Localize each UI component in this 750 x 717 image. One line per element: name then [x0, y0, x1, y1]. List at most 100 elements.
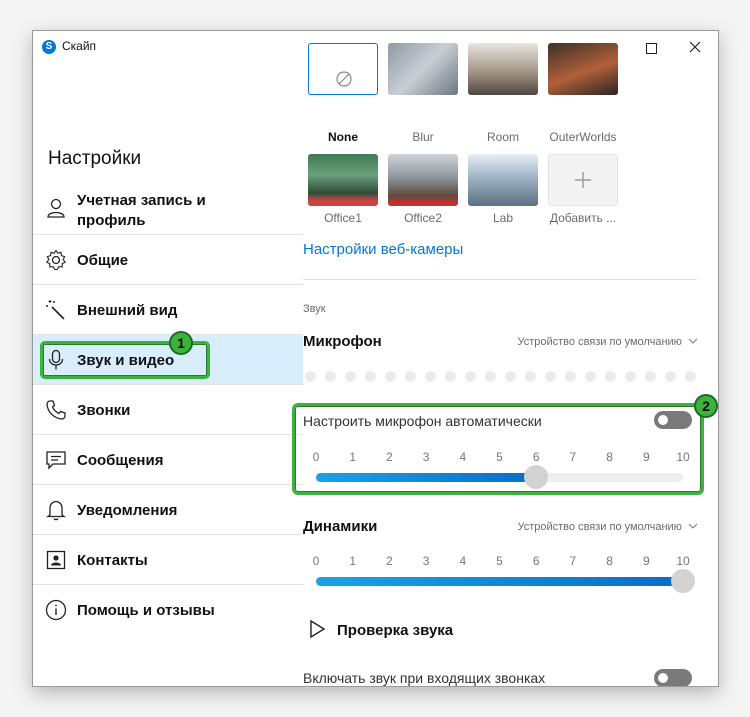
- toggle-knob: [658, 673, 668, 683]
- background-label-outerworlds: OuterWorlds: [549, 130, 617, 144]
- speakers-volume-thumb[interactable]: [671, 569, 695, 593]
- background-tile-blur[interactable]: [388, 43, 458, 95]
- speakers-tick-label: 7: [569, 554, 577, 568]
- settings-sidebar: Настройки Учетная запись и профиль Общие…: [33, 63, 303, 686]
- background-label-lab: Lab: [492, 211, 514, 225]
- settings-title: Настройки: [48, 148, 142, 169]
- nav-label-appearance: Внешний вид: [77, 302, 178, 319]
- speakers-tick-label: 9: [642, 554, 650, 568]
- window-title: Скайп: [62, 39, 97, 53]
- level-meter-dot: [385, 371, 396, 382]
- nav-item-account[interactable]: Учетная запись и профиль: [33, 183, 303, 235]
- check-sound-button[interactable]: Проверка звука: [337, 622, 453, 639]
- speakers-device-select[interactable]: Устройство связи по умолчанию: [517, 521, 698, 533]
- info-icon: [45, 599, 67, 621]
- chevron-down-icon: [688, 523, 698, 529]
- person-icon: [47, 198, 65, 218]
- background-tile-office1[interactable]: [308, 154, 378, 206]
- speakers-volume-slider[interactable]: [316, 577, 683, 586]
- level-meter-dot: [545, 371, 556, 382]
- close-icon: [689, 41, 701, 53]
- nav-item-notifications[interactable]: Уведомления: [33, 485, 303, 535]
- speakers-tick-label: 1: [349, 554, 357, 568]
- background-tile-lab[interactable]: [468, 154, 538, 206]
- level-meter-dot: [605, 371, 616, 382]
- level-meter-dot: [585, 371, 596, 382]
- background-label-blur: Blur: [412, 130, 434, 144]
- speakers-tick-label: 3: [422, 554, 430, 568]
- close-button[interactable]: [672, 31, 718, 63]
- level-meter-dot: [465, 371, 476, 382]
- level-meter-dot: [665, 371, 676, 382]
- level-meter-dot: [345, 371, 356, 382]
- nav-label-calls: Звонки: [77, 402, 131, 419]
- webcam-settings-link[interactable]: Настройки веб-камеры: [303, 241, 463, 258]
- nav-item-audio-video[interactable]: Звук и видео 1: [33, 331, 303, 385]
- nav-label-messages: Сообщения: [77, 452, 164, 469]
- level-meter-dot: [325, 371, 336, 382]
- background-tile-outerworlds[interactable]: [548, 43, 618, 95]
- incoming-calls-sound-toggle[interactable]: [654, 669, 692, 686]
- microphone-level-meter: [305, 371, 696, 383]
- background-label-office1: Office1: [324, 211, 362, 225]
- settings-nav: Учетная запись и профиль Общие Внешний в…: [33, 183, 303, 635]
- speakers-scale: 0 1 2 3 4 5 6 7 8 9 10: [311, 554, 691, 568]
- nav-item-calls[interactable]: Звонки: [33, 385, 303, 435]
- plus-icon: [575, 172, 591, 188]
- nav-label-account: Учетная запись и профиль: [77, 192, 206, 229]
- skype-logo-icon: S: [42, 40, 56, 54]
- level-meter-dot: [405, 371, 416, 382]
- nav-item-appearance[interactable]: Внешний вид: [33, 285, 303, 335]
- audio-section-label: Звук: [303, 303, 326, 315]
- nav-label-contacts: Контакты: [77, 552, 148, 569]
- speakers-tick-label: 4: [459, 554, 467, 568]
- level-meter-dot: [645, 371, 656, 382]
- speakers-title: Динамики: [303, 518, 378, 535]
- level-meter-dot: [685, 371, 696, 382]
- nav-item-help[interactable]: Помощь и отзывы: [33, 585, 303, 635]
- speakers-tick-label: 2: [386, 554, 393, 568]
- background-tile-room[interactable]: [468, 43, 538, 95]
- message-icon: [46, 451, 66, 470]
- level-meter-dot: [505, 371, 516, 382]
- bell-icon: [46, 500, 66, 521]
- level-meter-dot: [565, 371, 576, 382]
- play-icon[interactable]: [308, 619, 326, 639]
- speakers-tick-label: 5: [496, 554, 503, 568]
- section-divider: [303, 279, 697, 280]
- nav-label-help: Помощь и отзывы: [77, 602, 215, 619]
- level-meter-dot: [485, 371, 496, 382]
- speakers-tick-label: 8: [606, 554, 613, 568]
- magic-wand-icon: [46, 300, 65, 320]
- speakers-device-value: Устройство связи по умолчанию: [517, 521, 682, 533]
- nav-item-contacts[interactable]: Контакты: [33, 535, 303, 585]
- maximize-button[interactable]: [628, 31, 674, 63]
- nav-item-messages[interactable]: Сообщения: [33, 435, 303, 485]
- level-meter-dot: [425, 371, 436, 382]
- level-meter-dot: [525, 371, 536, 382]
- microphone-device-value: Устройство связи по умолчанию: [517, 336, 682, 348]
- phone-icon: [46, 400, 66, 420]
- speakers-tick-label: 6: [532, 554, 540, 568]
- microphone-device-select[interactable]: Устройство связи по умолчанию: [517, 336, 698, 348]
- level-meter-dot: [305, 371, 316, 382]
- nav-item-general[interactable]: Общие: [33, 235, 303, 285]
- annotation-badge-2: 2: [694, 394, 718, 418]
- no-background-icon: [336, 71, 352, 87]
- annotation-highlight-mic: [292, 403, 704, 495]
- background-tile-office2[interactable]: [388, 154, 458, 206]
- level-meter-dot: [445, 371, 456, 382]
- microphone-title: Микрофон: [303, 333, 382, 350]
- background-label-none: None: [328, 130, 358, 144]
- skype-settings-window: S Скайп Настройки Учетная запись и профи…: [32, 30, 719, 687]
- level-meter-dot: [625, 371, 636, 382]
- incoming-calls-sound-label: Включать звук при входящих звонках: [303, 670, 546, 686]
- background-tile-none[interactable]: [308, 43, 378, 95]
- add-background-button[interactable]: [548, 154, 618, 206]
- speakers-tick-label: 0: [312, 554, 320, 568]
- speakers-volume-fill: [316, 577, 683, 586]
- background-label-add: Добавить ...: [549, 211, 617, 225]
- contacts-icon: [46, 550, 66, 570]
- background-label-room: Room: [486, 130, 519, 144]
- audio-video-settings: None Blur Room OuterWorlds Office1 Offic…: [292, 43, 718, 686]
